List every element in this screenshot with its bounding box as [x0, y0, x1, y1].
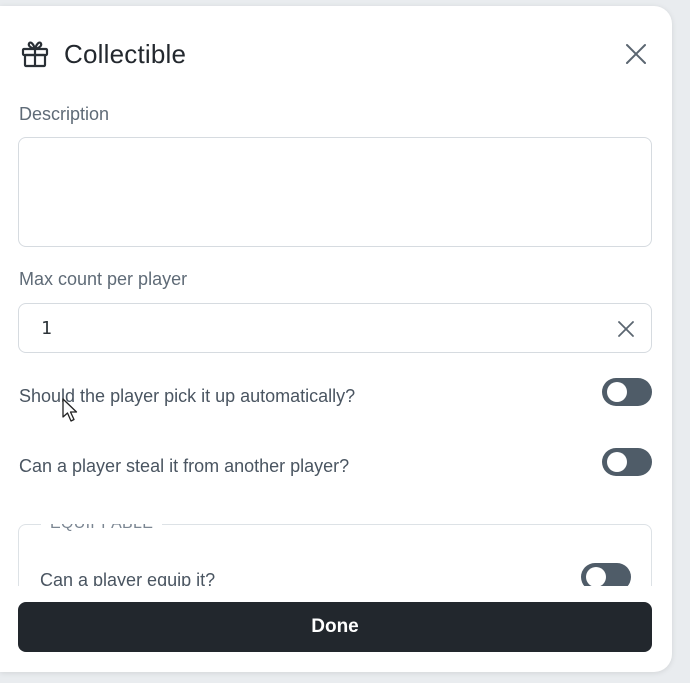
- steal-toggle[interactable]: [602, 448, 652, 476]
- toggle-knob: [586, 567, 606, 586]
- toggle-knob: [607, 382, 627, 402]
- close-icon[interactable]: [624, 42, 648, 66]
- equippable-legend: EQUIPPABLE: [41, 524, 163, 533]
- steal-label: Can a player steal it from another playe…: [19, 456, 350, 476]
- equip-toggle[interactable]: [581, 563, 631, 586]
- clear-icon[interactable]: [617, 320, 635, 338]
- description-label: Description: [19, 104, 110, 124]
- dialog-header: Collectible: [20, 34, 648, 74]
- max-count-input[interactable]: 1: [18, 303, 652, 353]
- equippable-fieldset: EQUIPPABLE Can a player equip it?: [18, 524, 652, 586]
- done-button[interactable]: Done: [18, 602, 652, 652]
- toggle-knob: [607, 452, 627, 472]
- collectible-dialog: Collectible Description Max count per pl…: [0, 6, 672, 672]
- max-count-value: 1: [41, 318, 52, 339]
- equippable-scroll-area[interactable]: EQUIPPABLE Can a player equip it?: [0, 524, 672, 586]
- auto-pickup-toggle[interactable]: [602, 378, 652, 406]
- mouse-pointer-icon: [62, 398, 80, 424]
- gift-icon: [20, 39, 50, 69]
- max-count-label: Max count per player: [19, 269, 188, 289]
- equip-label: Can a player equip it?: [40, 570, 216, 586]
- dialog-title: Collectible: [64, 38, 187, 69]
- description-textarea[interactable]: [18, 137, 652, 247]
